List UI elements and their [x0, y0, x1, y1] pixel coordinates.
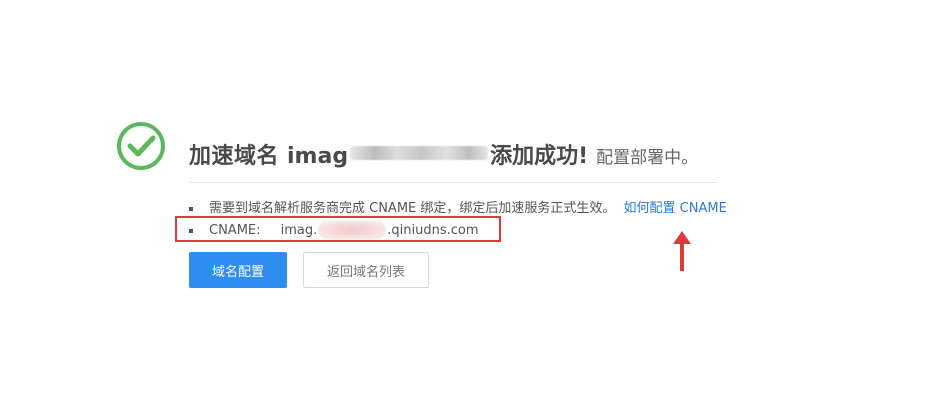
- domain-config-button[interactable]: 域名配置: [189, 252, 287, 288]
- list-item-cname-value: CNAME: imag. .qiniudns.com: [189, 220, 727, 242]
- square-bullet-icon: [189, 207, 193, 211]
- check-circle-icon: [117, 122, 165, 170]
- red-arrow-up-icon: [673, 231, 691, 271]
- title-divider: [189, 182, 717, 183]
- list-item-cname-instruction: 需要到域名解析服务商完成 CNAME 绑定，绑定后加速服务正式生效。 如何配置 …: [189, 198, 727, 220]
- back-to-domain-list-button[interactable]: 返回域名列表: [303, 252, 429, 288]
- page-title: 加速域名 imag 添加成功! 配置部署中。: [189, 138, 698, 174]
- title-suffix: 添加成功!: [490, 144, 589, 169]
- domain-add-success-page: 加速域名 imag 添加成功! 配置部署中。 需要到域名解析服务商完成 CNAM…: [0, 0, 934, 411]
- domain-name-visible: imag: [287, 144, 349, 169]
- redacted-cname-blur: [318, 220, 387, 239]
- redacted-domain-blur: [350, 146, 489, 160]
- deployment-status: 配置部署中。: [596, 148, 699, 168]
- info-list: 需要到域名解析服务商完成 CNAME 绑定，绑定后加速服务正式生效。 如何配置 …: [189, 198, 727, 242]
- cname-instruction-text: 需要到域名解析服务商完成 CNAME 绑定，绑定后加速服务正式生效。: [209, 201, 616, 216]
- cname-value-end: .qiniudns.com: [387, 223, 479, 238]
- title-prefix: 加速域名: [189, 144, 280, 169]
- square-bullet-icon: [189, 229, 193, 233]
- cname-label: CNAME:: [209, 223, 261, 238]
- how-to-configure-cname-link[interactable]: 如何配置 CNAME: [624, 201, 727, 216]
- cname-value-start: imag.: [280, 223, 318, 238]
